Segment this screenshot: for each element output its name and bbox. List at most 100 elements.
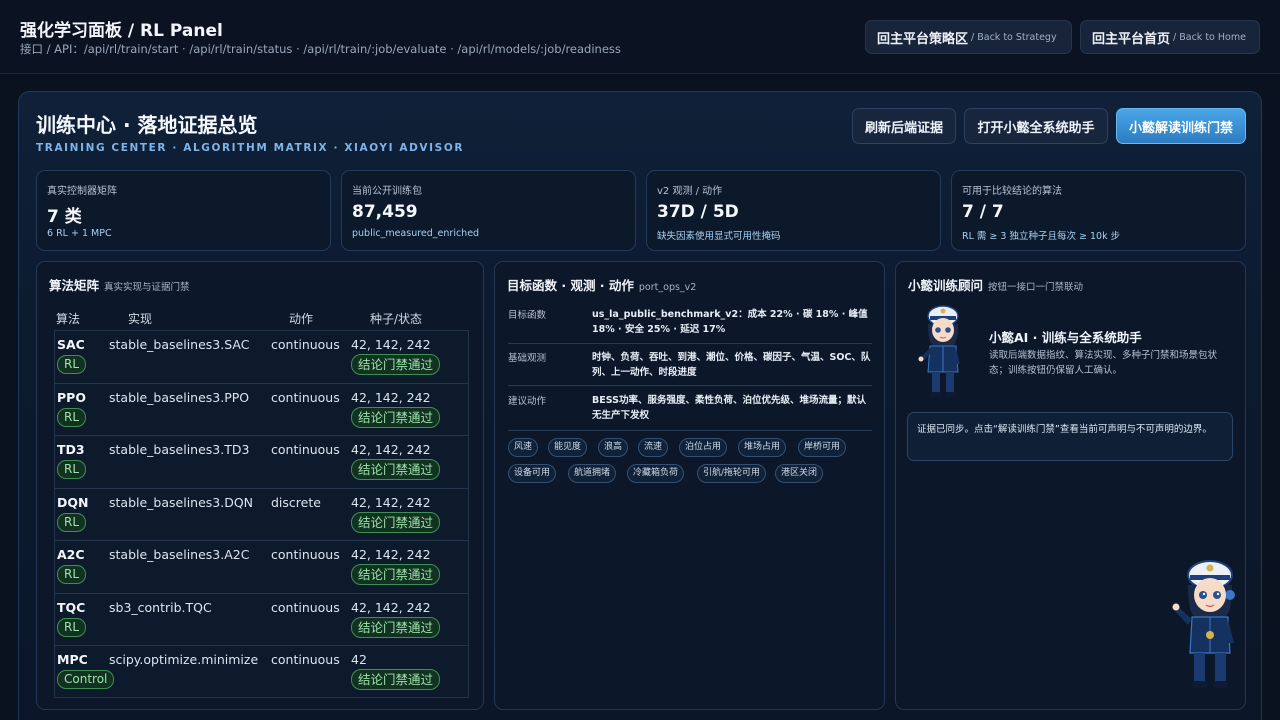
back-to-home-button[interactable]: 回主平台首页 / Back to Home <box>1080 20 1260 54</box>
algo-seeds: 42, 142, 242 <box>351 599 431 615</box>
factor-chip: 泊位占用 <box>679 438 728 457</box>
status-badge: 结论门禁通过 <box>351 406 441 428</box>
objective-title: 目标函数 · 观测 · 动作 port_ops_v2 <box>507 275 696 294</box>
algo-kind-badge: RL <box>57 460 87 479</box>
stat-card-training-pack: 当前公开训练包 87,459 public_measured_enriched <box>341 170 636 251</box>
algorithm-matrix-subtitle: 真实实现与证据门禁 <box>104 282 190 293</box>
advisor-description: 读取后端数据指纹、算法实现、多种子门禁和场景包状态；训练按钮仍保留人工确认。 <box>989 350 1218 376</box>
action-row-key: 建议动作 <box>508 396 547 407</box>
algo-name: PPO <box>57 389 86 405</box>
factor-chip: 浪高 <box>598 438 629 457</box>
api-endpoints: 接口 / API：/api/rl/train/start · /api/rl/t… <box>20 42 621 56</box>
app-title: 强化学习面板 / RL Panel <box>20 21 223 41</box>
column-header-action: 动作 <box>289 312 314 326</box>
table-row: TD3 RL stable_baselines3.TD3 continuous … <box>54 435 469 488</box>
algo-seeds: 42 <box>351 652 367 667</box>
training-center-panel: 训练中心 · 落地证据总览 TRAINING CENTER · ALGORITH… <box>18 91 1262 720</box>
factor-chip: 堆场占用 <box>738 438 787 457</box>
open-assistant-button[interactable]: 打开小懿全系统助手 <box>964 108 1108 144</box>
algorithm-matrix-heading: 算法矩阵 <box>49 278 100 293</box>
algo-kind-badge: RL <box>57 407 87 427</box>
factor-chip: 航道拥堵 <box>568 464 617 483</box>
floating-assistant-avatar-icon[interactable] <box>1172 555 1244 690</box>
algo-seeds: 42, 142, 242 <box>351 442 431 457</box>
factor-chip: 冷藏箱负荷 <box>627 464 685 483</box>
algo-action-type: discrete <box>271 494 321 510</box>
factor-chip: 风速 <box>508 438 539 457</box>
objective-panel: 目标函数 · 观测 · 动作 port_ops_v2 目标函数 us_la_pub… <box>494 261 885 710</box>
back-to-home-sub: / Back to Home <box>1173 31 1246 43</box>
algo-kind-badge: RL <box>57 512 87 532</box>
factor-chip: 能见度 <box>548 438 588 457</box>
column-header-implementation: 实现 <box>128 312 153 326</box>
algo-implementation: stable_baselines3.A2C <box>109 547 250 562</box>
table-row: PPO RL stable_baselines3.PPO continuous … <box>54 382 469 435</box>
algo-implementation: stable_baselines3.DQN <box>109 494 254 510</box>
table-row: DQN RL stable_baselines3.DQN discrete 42… <box>54 487 469 540</box>
algo-kind-badge: RL <box>57 565 87 584</box>
factor-chip: 设备可用 <box>508 464 557 483</box>
factor-chip: 流速 <box>638 438 669 457</box>
algorithm-table: SAC RL stable_baselines3.SAC continuous … <box>54 330 469 698</box>
factor-chip: 岸桥可用 <box>798 438 847 457</box>
table-row: TQC RL sb3_contrib.TQC continuous 42, 14… <box>54 592 469 645</box>
back-to-home-label: 回主平台首页 <box>1092 31 1171 47</box>
objective-heading: 目标函数 · 观测 · 动作 <box>507 278 634 293</box>
observation-row-value: 时钟、负荷、吞吐、到港、潮位、价格、碳因子、气温、SOC、队列、上一动作、时段进… <box>592 352 871 378</box>
refresh-evidence-button[interactable]: 刷新后端证据 <box>852 108 956 144</box>
advisor-name: 小懿AI · 训练与全系统助手 <box>989 330 1142 345</box>
stat-note: public_measured_enriched <box>352 228 480 239</box>
stat-card-controllers: 真实控制器矩阵 7 类 6 RL + 1 MPC <box>36 170 331 251</box>
algo-implementation: stable_baselines3.SAC <box>109 337 250 352</box>
column-header-seeds-status: 种子/状态 <box>370 312 423 326</box>
stat-note: RL 需 ≥ 3 独立种子且每次 ≥ 10k 步 <box>962 231 1121 242</box>
algo-action-type: continuous <box>271 442 340 457</box>
stat-label: 可用于比较结论的算法 <box>962 186 1062 197</box>
status-badge: 结论门禁通过 <box>351 564 441 585</box>
factor-chip: 港区关闭 <box>775 464 824 483</box>
stat-value: 7 / 7 <box>962 202 1004 222</box>
algo-seeds: 42, 142, 242 <box>351 389 431 405</box>
algo-seeds: 42, 142, 242 <box>351 547 431 562</box>
algo-name: DQN <box>57 494 89 510</box>
observation-row-key: 基础观测 <box>508 353 547 364</box>
stat-note: 缺失因素使用显式可用性掩码 <box>657 231 781 242</box>
action-row: 建议动作 BESS功率、服务强度、柔性负荷、泊位优先级、堆场流量；默认无生产下发… <box>508 393 872 431</box>
algo-action-type: continuous <box>271 389 340 405</box>
back-to-strategy-button[interactable]: 回主平台策略区 / Back to Strategy <box>865 20 1072 54</box>
action-row-value: BESS功率、服务强度、柔性负荷、泊位优先级、堆场流量；默认无生产下发权 <box>592 395 866 421</box>
algorithm-matrix-title: 算法矩阵 真实实现与证据门禁 <box>49 275 190 294</box>
algo-action-type: continuous <box>271 652 340 667</box>
status-badge: 结论门禁通过 <box>351 669 441 690</box>
algo-action-type: continuous <box>271 337 340 352</box>
algo-seeds: 42, 142, 242 <box>351 494 431 510</box>
advisor-title: 小懿训练顾问 按钮一接口一门禁联动 <box>908 275 1083 294</box>
back-to-strategy-sub: / Back to Strategy <box>971 31 1057 43</box>
status-badge: 结论门禁通过 <box>351 354 441 375</box>
stat-card-obs-action: v2 观测 / 动作 37D / 5D 缺失因素使用显式可用性掩码 <box>646 170 941 251</box>
algo-implementation: stable_baselines3.PPO <box>109 389 250 405</box>
status-badge: 结论门禁通过 <box>351 459 441 480</box>
objective-env-tag: port_ops_v2 <box>638 282 697 293</box>
objective-row-value: us_la_public_benchmark_v2：成本 22% · 碳 18%… <box>592 309 868 335</box>
stat-value: 37D / 5D <box>657 202 739 222</box>
stat-note: 6 RL + 1 MPC <box>47 228 112 239</box>
table-row: A2C RL stable_baselines3.A2C continuous … <box>54 540 469 593</box>
stat-card-comparable-algos: 可用于比较结论的算法 7 / 7 RL 需 ≥ 3 独立种子且每次 ≥ 10k … <box>951 170 1246 251</box>
stat-label: v2 观测 / 动作 <box>657 186 723 197</box>
stat-label: 真实控制器矩阵 <box>47 186 117 197</box>
algo-kind-badge: Control <box>57 670 115 689</box>
algo-name: TD3 <box>57 442 85 457</box>
algo-action-type: continuous <box>271 547 340 562</box>
interpret-gate-button[interactable]: 小懿解读训练门禁 <box>1116 108 1246 144</box>
table-header: 算法 实现 动作 种子/状态 <box>54 306 469 330</box>
algo-implementation: scipy.optimize.minimize <box>109 652 259 667</box>
objective-row: 目标函数 us_la_public_benchmark_v2：成本 22% · … <box>508 307 872 344</box>
advisor-subtitle: 按钮一接口一门禁联动 <box>988 282 1084 293</box>
back-to-strategy-label: 回主平台策略区 <box>877 31 969 47</box>
algo-name: SAC <box>57 337 85 352</box>
stat-value: 7 类 <box>47 207 82 227</box>
algo-seeds: 42, 142, 242 <box>351 337 431 352</box>
top-header: 强化学习面板 / RL Panel 接口 / API：/api/rl/train… <box>0 0 1280 74</box>
table-row: MPC Control scipy.optimize.minimize cont… <box>54 645 469 698</box>
